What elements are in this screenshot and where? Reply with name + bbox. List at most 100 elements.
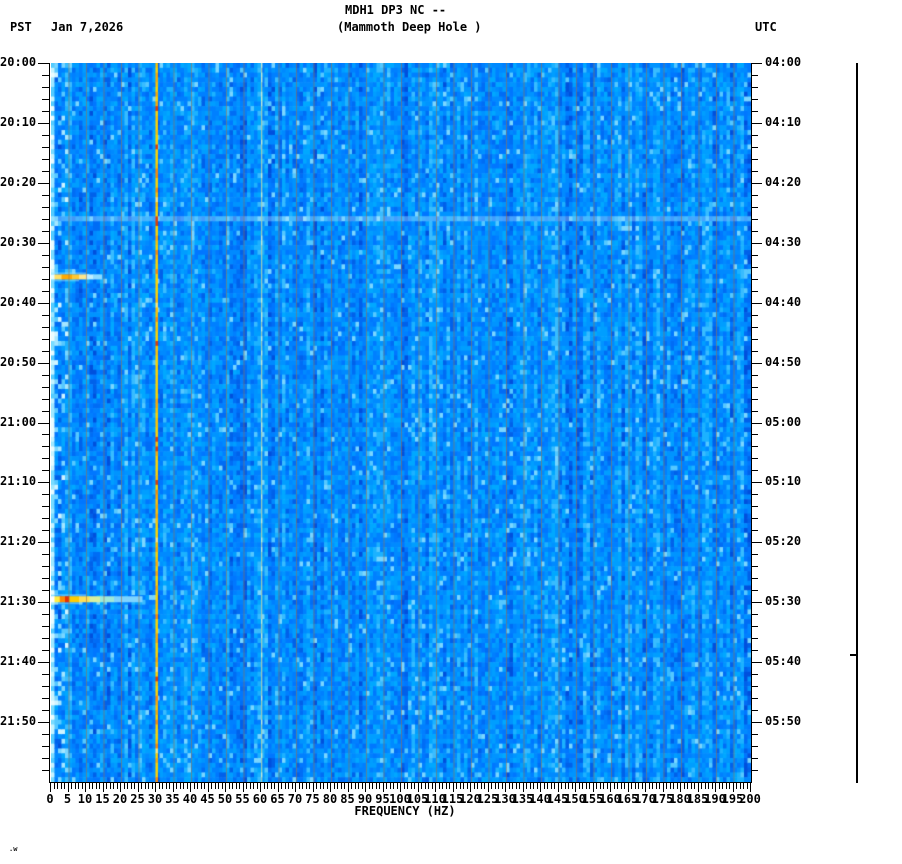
chart-title: MDH1 DP3 NC -- bbox=[345, 3, 447, 17]
freq-major-tick bbox=[663, 783, 664, 792]
time-minor-tick bbox=[751, 530, 758, 531]
freq-minor-tick bbox=[124, 783, 125, 789]
freq-major-tick bbox=[575, 783, 576, 792]
right-time-label: 04:20 bbox=[765, 175, 802, 189]
freq-minor-tick bbox=[285, 783, 286, 789]
freq-minor-tick bbox=[166, 783, 167, 789]
freq-major-tick bbox=[435, 783, 436, 792]
time-minor-tick bbox=[751, 770, 758, 771]
freq-minor-tick bbox=[530, 783, 531, 789]
freq-minor-tick bbox=[596, 783, 597, 789]
freq-major-tick bbox=[313, 783, 314, 792]
freq-minor-tick bbox=[64, 783, 65, 789]
freq-minor-tick bbox=[183, 783, 184, 789]
time-minor-tick bbox=[42, 147, 49, 148]
time-minor-tick bbox=[42, 267, 49, 268]
time-major-tick bbox=[38, 423, 49, 424]
time-minor-tick bbox=[42, 315, 49, 316]
time-minor-tick bbox=[42, 746, 49, 747]
time-minor-tick bbox=[751, 279, 758, 280]
freq-minor-tick bbox=[292, 783, 293, 789]
freq-minor-tick bbox=[358, 783, 359, 789]
time-minor-tick bbox=[751, 411, 758, 412]
time-minor-tick bbox=[751, 590, 758, 591]
right-time-label: 04:30 bbox=[765, 235, 802, 249]
left-time-label: 20:30 bbox=[0, 235, 37, 249]
freq-minor-tick bbox=[614, 783, 615, 789]
time-major-tick bbox=[751, 183, 762, 184]
freq-minor-tick bbox=[568, 783, 569, 789]
time-major-tick bbox=[751, 363, 762, 364]
time-minor-tick bbox=[42, 698, 49, 699]
freq-major-tick bbox=[523, 783, 524, 792]
watermark-text: .w bbox=[9, 845, 18, 853]
time-minor-tick bbox=[751, 470, 758, 471]
right-time-label: 04:40 bbox=[765, 295, 802, 309]
freq-minor-tick bbox=[670, 783, 671, 789]
time-major-tick bbox=[38, 303, 49, 304]
freq-minor-tick bbox=[267, 783, 268, 789]
time-minor-tick bbox=[751, 195, 758, 196]
freq-minor-tick bbox=[99, 783, 100, 789]
freq-minor-tick bbox=[162, 783, 163, 789]
freq-minor-tick bbox=[351, 783, 352, 789]
time-major-tick bbox=[38, 63, 49, 64]
freq-minor-tick bbox=[677, 783, 678, 789]
freq-minor-tick bbox=[561, 783, 562, 789]
freq-minor-tick bbox=[691, 783, 692, 789]
freq-minor-tick bbox=[148, 783, 149, 789]
freq-minor-tick bbox=[491, 783, 492, 789]
freq-minor-tick bbox=[54, 783, 55, 789]
time-minor-tick bbox=[42, 458, 49, 459]
freq-minor-tick bbox=[78, 783, 79, 789]
time-major-tick bbox=[751, 303, 762, 304]
freq-minor-tick bbox=[82, 783, 83, 789]
freq-major-tick bbox=[120, 783, 121, 792]
time-minor-tick bbox=[42, 446, 49, 447]
time-minor-tick bbox=[42, 255, 49, 256]
time-minor-tick bbox=[42, 626, 49, 627]
freq-minor-tick bbox=[341, 783, 342, 789]
time-minor-tick bbox=[42, 674, 49, 675]
freq-minor-tick bbox=[442, 783, 443, 789]
freq-minor-tick bbox=[621, 783, 622, 789]
freq-major-tick bbox=[680, 783, 681, 792]
freq-major-tick bbox=[645, 783, 646, 792]
freq-major-tick bbox=[698, 783, 699, 792]
time-minor-tick bbox=[42, 470, 49, 471]
time-minor-tick bbox=[42, 291, 49, 292]
right-time-label: 05:40 bbox=[765, 654, 802, 668]
time-minor-tick bbox=[42, 614, 49, 615]
time-minor-tick bbox=[42, 710, 49, 711]
freq-major-tick bbox=[155, 783, 156, 792]
freq-minor-tick bbox=[57, 783, 58, 789]
freq-minor-tick bbox=[512, 783, 513, 789]
time-minor-tick bbox=[42, 99, 49, 100]
freq-minor-tick bbox=[617, 783, 618, 789]
freq-minor-tick bbox=[638, 783, 639, 789]
freq-minor-tick bbox=[180, 783, 181, 789]
freq-major-tick bbox=[260, 783, 261, 792]
freq-major-tick bbox=[85, 783, 86, 792]
freq-minor-tick bbox=[736, 783, 737, 789]
time-minor-tick bbox=[751, 494, 758, 495]
freq-minor-tick bbox=[407, 783, 408, 789]
time-minor-tick bbox=[42, 434, 49, 435]
freq-minor-tick bbox=[393, 783, 394, 789]
freq-minor-tick bbox=[222, 783, 223, 789]
freq-minor-tick bbox=[253, 783, 254, 789]
freq-minor-tick bbox=[701, 783, 702, 789]
freq-minor-tick bbox=[246, 783, 247, 789]
freq-minor-tick bbox=[649, 783, 650, 789]
freq-minor-tick bbox=[673, 783, 674, 789]
freq-minor-tick bbox=[89, 783, 90, 789]
freq-minor-tick bbox=[722, 783, 723, 789]
left-time-label: 21:20 bbox=[0, 534, 37, 548]
freq-minor-tick bbox=[201, 783, 202, 789]
freq-major-tick bbox=[505, 783, 506, 792]
time-minor-tick bbox=[751, 578, 758, 579]
freq-major-tick bbox=[225, 783, 226, 792]
time-major-tick bbox=[751, 542, 762, 543]
freq-major-tick bbox=[400, 783, 401, 792]
time-minor-tick bbox=[42, 554, 49, 555]
